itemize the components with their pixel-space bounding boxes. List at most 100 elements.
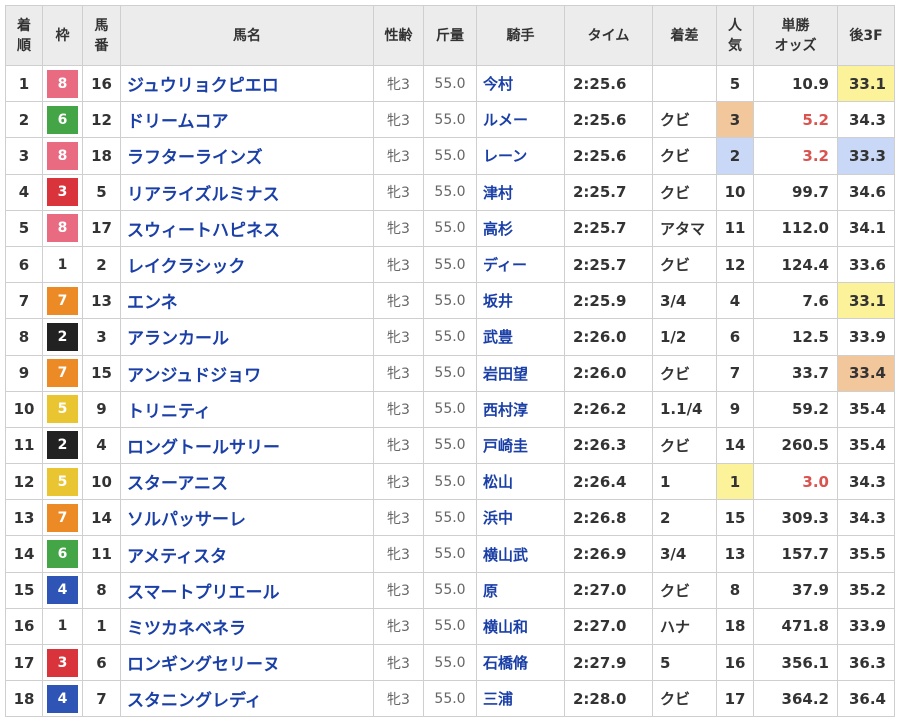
margin-cell: クビ xyxy=(652,680,717,718)
table-row[interactable]: 16 1 1 ミツカネベネラ 牝3 55.0 横山和 2:27.0 ハナ 18 471.8 33.9 xyxy=(5,607,895,646)
weight-cell: 55.0 xyxy=(423,499,477,537)
jockey-link[interactable]: 松山 xyxy=(476,463,565,501)
last3f-cell: 33.3 xyxy=(837,137,895,175)
jockey-link[interactable]: 坂井 xyxy=(476,282,565,320)
popularity-cell: 16 xyxy=(716,643,754,682)
sex-age-cell: 牝3 xyxy=(373,390,424,428)
margin-cell: 2 xyxy=(652,499,717,537)
jockey-link[interactable]: ディー xyxy=(476,245,565,284)
table-row[interactable]: 15 4 8 スマートプリエール 牝3 55.0 原 2:27.0 クビ 8 37.9 35.2 xyxy=(5,571,895,609)
horse-name-link[interactable]: ロングトールサリー xyxy=(120,426,374,465)
time-cell: 2:25.7 xyxy=(564,173,653,211)
header-popularity[interactable]: 人気 xyxy=(716,5,754,66)
table-row[interactable]: 13 7 14 ソルパッサーレ 牝3 55.0 浜中 2:26.8 2 15 309.3 34.3 xyxy=(5,499,895,537)
horse-name-link[interactable]: トリニティ xyxy=(120,390,374,428)
header-umaban[interactable]: 馬番 xyxy=(82,5,121,66)
waku-cell: 3 xyxy=(42,643,83,682)
umaban-cell: 1 xyxy=(82,607,121,646)
jockey-link[interactable]: 横山武 xyxy=(476,535,565,573)
table-row[interactable]: 1 8 16 ジュウリョクピエロ 牝3 55.0 今村 2:25.6 5 10.9 33.1 xyxy=(5,64,895,103)
table-row[interactable]: 8 2 3 アランカール 牝3 55.0 武豊 2:26.0 1/2 6 12.5 33.9 xyxy=(5,318,895,356)
jockey-link[interactable]: 戸崎圭 xyxy=(476,426,565,465)
table-row[interactable]: 5 8 17 スウィートハピネス 牝3 55.0 高杉 2:25.7 アタマ 11 112.0 34.… xyxy=(5,209,895,247)
header-rank[interactable]: 着順 xyxy=(5,5,43,66)
table-row[interactable]: 10 5 9 トリニティ 牝3 55.0 西村淳 2:26.2 1.1/4 9 59.2 35.4 xyxy=(5,390,895,428)
jockey-link[interactable]: 津村 xyxy=(476,173,565,211)
jockey-link[interactable]: ルメー xyxy=(476,101,565,139)
header-weight[interactable]: 斤量 xyxy=(423,5,477,66)
popularity-cell: 6 xyxy=(716,318,754,356)
horse-name-link[interactable]: アンジュドジョワ xyxy=(120,354,374,392)
jockey-link[interactable]: 西村淳 xyxy=(476,390,565,428)
umaban-cell: 12 xyxy=(82,101,121,139)
jockey-link[interactable]: 岩田望 xyxy=(476,354,565,392)
header-odds[interactable]: 単勝 オッズ xyxy=(753,5,838,66)
rank-cell: 16 xyxy=(5,607,43,646)
horse-name-link[interactable]: ロンギングセリーヌ xyxy=(120,643,374,682)
table-row[interactable]: 3 8 18 ラフターラインズ 牝3 55.0 レーン 2:25.6 クビ 2 3.2 33.3 xyxy=(5,137,895,175)
weight-cell: 55.0 xyxy=(423,64,477,103)
horse-name-link[interactable]: ミツカネベネラ xyxy=(120,607,374,646)
jockey-link[interactable]: 浜中 xyxy=(476,499,565,537)
header-waku[interactable]: 枠 xyxy=(42,5,83,66)
margin-cell: 3/4 xyxy=(652,282,717,320)
odds-cell: 12.5 xyxy=(753,318,838,356)
header-horse-name[interactable]: 馬名 xyxy=(120,5,374,66)
time-cell: 2:25.6 xyxy=(564,101,653,139)
table-row[interactable]: 4 3 5 リアライズルミナス 牝3 55.0 津村 2:25.7 クビ 10 99.7 34.6 xyxy=(5,173,895,211)
waku-badge: 7 xyxy=(47,503,78,532)
table-row[interactable]: 6 1 2 レイクラシック 牝3 55.0 ディー 2:25.7 クビ 12 124.4 33.6 xyxy=(5,245,895,284)
horse-name-link[interactable]: スウィートハピネス xyxy=(120,209,374,247)
table-row[interactable]: 2 6 12 ドリームコア 牝3 55.0 ルメー 2:25.6 クビ 3 5.2 34.3 xyxy=(5,101,895,139)
horse-name-link[interactable]: スマートプリエール xyxy=(120,571,374,609)
header-jockey[interactable]: 騎手 xyxy=(476,5,565,66)
horse-name-link[interactable]: レイクラシック xyxy=(120,245,374,284)
header-last3f[interactable]: 後3F xyxy=(837,5,895,66)
header-row: 着順 枠 馬番 馬名 性齢 斤量 騎手 タイム 着差 人気 単勝 オッズ 後3F xyxy=(5,5,895,66)
rank-cell: 4 xyxy=(5,173,43,211)
table-row[interactable]: 14 6 11 アメティスタ 牝3 55.0 横山武 2:26.9 3/4 13 157.7 35.5 xyxy=(5,535,895,573)
popularity-cell: 10 xyxy=(716,173,754,211)
jockey-link[interactable]: 横山和 xyxy=(476,607,565,646)
horse-name-link[interactable]: スターアニス xyxy=(120,463,374,501)
table-row[interactable]: 17 3 6 ロンギングセリーヌ 牝3 55.0 石橋脩 2:27.9 5 16 356.1 36.3 xyxy=(5,643,895,682)
jockey-link[interactable]: 高杉 xyxy=(476,209,565,247)
sex-age-cell: 牝3 xyxy=(373,209,424,247)
rank-cell: 2 xyxy=(5,101,43,139)
weight-cell: 55.0 xyxy=(423,607,477,646)
table-row[interactable]: 12 5 10 スターアニス 牝3 55.0 松山 2:26.4 1 1 3.0 34.3 xyxy=(5,463,895,501)
odds-cell: 3.0 xyxy=(753,463,838,501)
jockey-link[interactable]: レーン xyxy=(476,137,565,175)
horse-name-link[interactable]: ジュウリョクピエロ xyxy=(120,64,374,103)
waku-cell: 8 xyxy=(42,137,83,175)
horse-name-link[interactable]: アメティスタ xyxy=(120,535,374,573)
horse-name-link[interactable]: アランカール xyxy=(120,318,374,356)
horse-name-link[interactable]: リアライズルミナス xyxy=(120,173,374,211)
weight-cell: 55.0 xyxy=(423,318,477,356)
sex-age-cell: 牝3 xyxy=(373,463,424,501)
waku-badge: 3 xyxy=(47,648,78,677)
umaban-cell: 17 xyxy=(82,209,121,247)
popularity-cell: 15 xyxy=(716,499,754,537)
table-row[interactable]: 7 7 13 エンネ 牝3 55.0 坂井 2:25.9 3/4 4 7.6 33.1 xyxy=(5,282,895,320)
header-sex-age[interactable]: 性齢 xyxy=(373,5,424,66)
horse-name-link[interactable]: エンネ xyxy=(120,282,374,320)
table-row[interactable]: 11 2 4 ロングトールサリー 牝3 55.0 戸崎圭 2:26.3 クビ 14 260.5 35.… xyxy=(5,426,895,465)
table-row[interactable]: 18 4 7 スタニングレディ 牝3 55.0 三浦 2:28.0 クビ 17 364.2 36.4 xyxy=(5,680,895,718)
jockey-link[interactable]: 三浦 xyxy=(476,680,565,718)
header-margin[interactable]: 着差 xyxy=(652,5,717,66)
rank-cell: 9 xyxy=(5,354,43,392)
horse-name-link[interactable]: ラフターラインズ xyxy=(120,137,374,175)
horse-name-link[interactable]: スタニングレディ xyxy=(120,680,374,718)
sex-age-cell: 牝3 xyxy=(373,426,424,465)
umaban-cell: 8 xyxy=(82,571,121,609)
horse-name-link[interactable]: ソルパッサーレ xyxy=(120,499,374,537)
jockey-link[interactable]: 武豊 xyxy=(476,318,565,356)
jockey-link[interactable]: 今村 xyxy=(476,64,565,103)
jockey-link[interactable]: 石橋脩 xyxy=(476,643,565,682)
table-row[interactable]: 9 7 15 アンジュドジョワ 牝3 55.0 岩田望 2:26.0 クビ 7 33.7 33.4 xyxy=(5,354,895,392)
header-time[interactable]: タイム xyxy=(564,5,653,66)
rank-cell: 18 xyxy=(5,680,43,718)
horse-name-link[interactable]: ドリームコア xyxy=(120,101,374,139)
jockey-link[interactable]: 原 xyxy=(476,571,565,609)
